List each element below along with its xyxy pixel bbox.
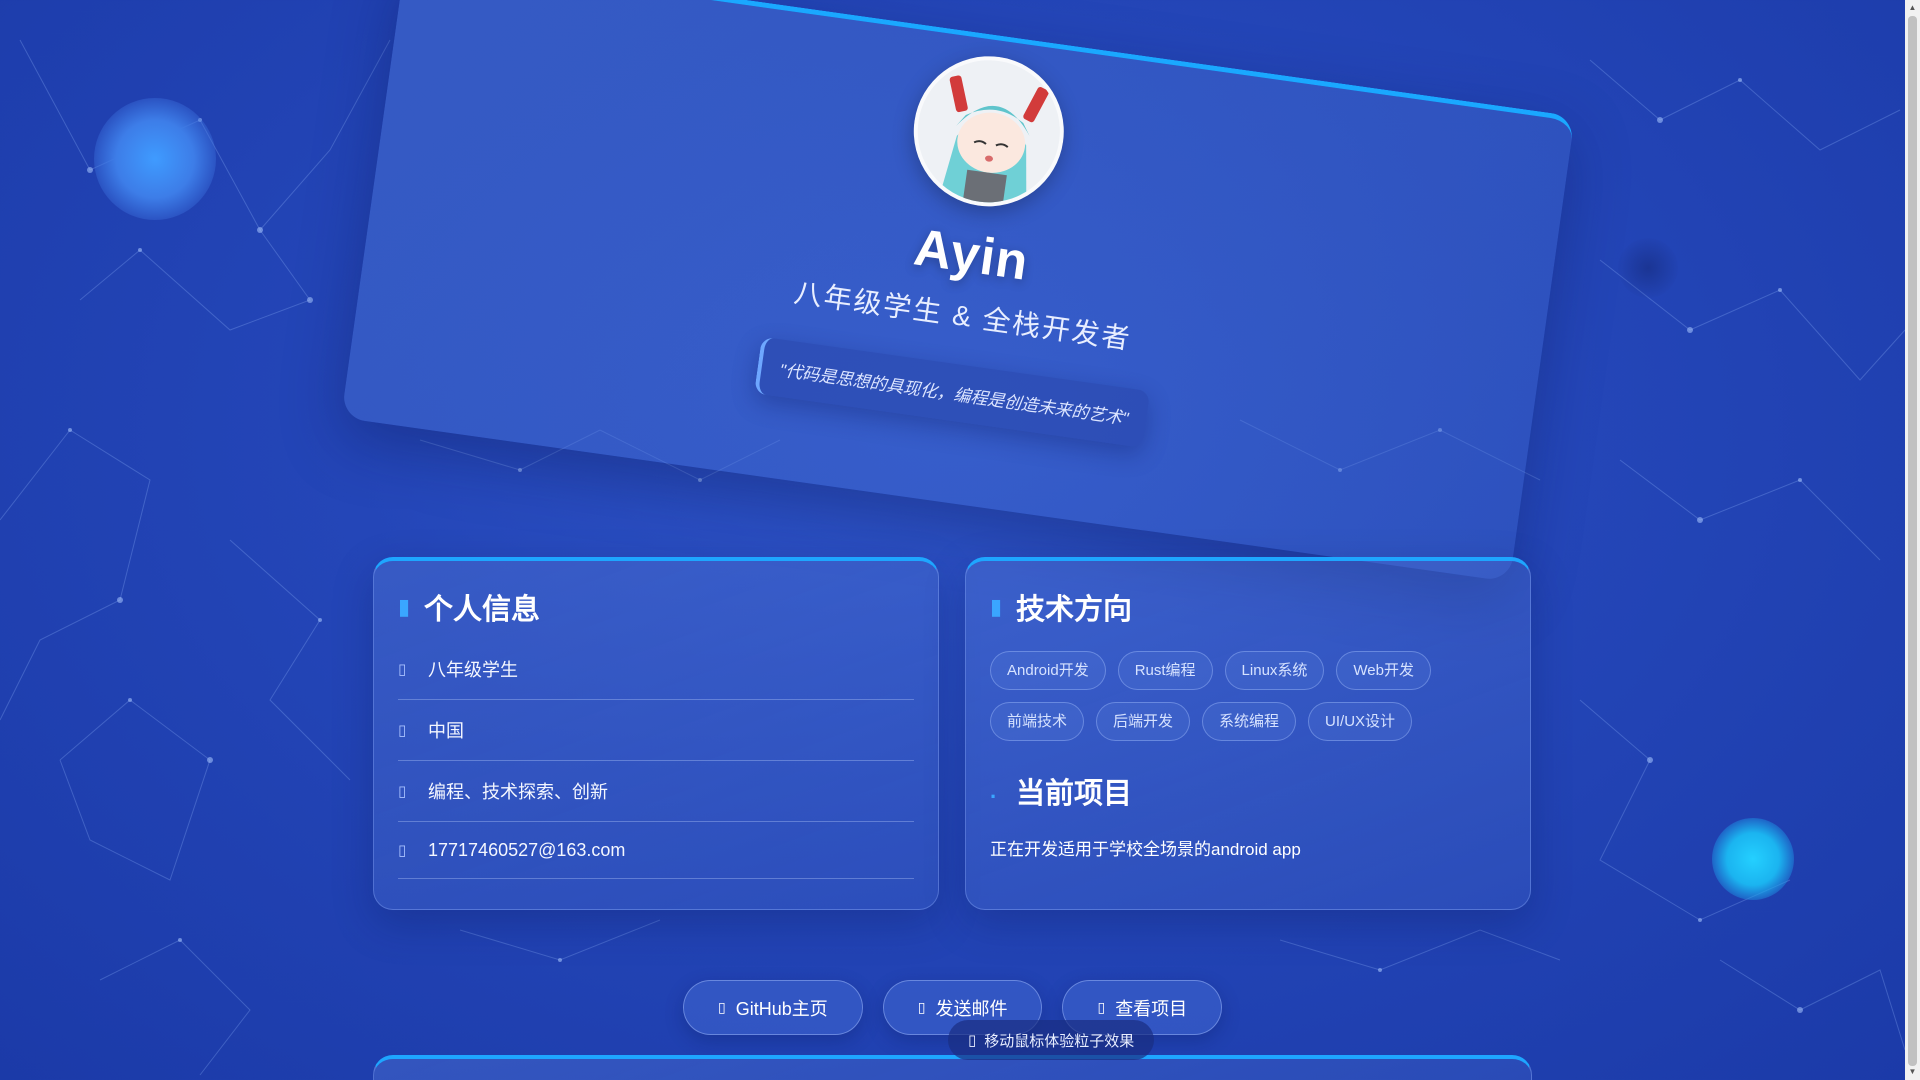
view-projects-button-label: 查看项目 — [1115, 998, 1188, 1019]
project-title-row: . 当前项目 — [990, 771, 1506, 811]
tech-tag[interactable]: Linux系统 — [1224, 651, 1325, 690]
glow-orb — [1712, 818, 1794, 900]
github-icon: ▯ — [718, 999, 726, 1015]
info-list: ▯ 八年级学生 ▯ 中国 ▯ 编程、技术探索、创新 ▯ 17717460527@… — [398, 639, 914, 879]
info-item-grade: ▯ 八年级学生 — [398, 639, 914, 700]
github-button[interactable]: ▯ GitHub主页 — [683, 980, 863, 1035]
envelope-icon: ▯ — [917, 999, 926, 1015]
page-scrollbar[interactable]: ▲ ▼ — [1905, 0, 1920, 1080]
hero-quote: "代码是思想的具现化，编程是创造未来的艺术" — [754, 336, 1151, 448]
info-item-interests: ▯ 编程、技术探索、创新 — [398, 761, 914, 822]
user-card-icon: ▮ — [398, 594, 411, 619]
panel-title: ▮ 个人信息 — [398, 587, 914, 627]
tech-tags: Android开发 Rust编程 Linux系统 Web开发 前端技术 后端开发… — [990, 651, 1510, 741]
project-title: 当前项目 — [1016, 778, 1133, 810]
heart-icon: ▯ — [398, 783, 407, 800]
code-icon: ▯ — [1097, 999, 1106, 1015]
code-icon: ▮ — [990, 594, 1003, 619]
hint-text: 移动鼠标体验粒子效果 — [984, 1032, 1135, 1050]
info-text: 编程、技术探索、创新 — [428, 782, 608, 802]
personal-info-title: 个人信息 — [424, 594, 541, 626]
hero-content: Ayin 八年级学生 & 全栈开发者 "代码是思想的具现化，编程是创造未来的艺术… — [634, 14, 1306, 516]
panel-title: ▮ 技术方向 — [990, 587, 1506, 627]
info-text[interactable]: 17717460527@163.com — [428, 840, 625, 861]
info-item-location: ▯ 中国 — [398, 700, 914, 761]
send-email-button-label: 发送邮件 — [935, 998, 1008, 1019]
rocket-icon: . — [990, 778, 997, 803]
avatar — [904, 46, 1074, 217]
user-icon: ▯ — [398, 661, 407, 678]
tech-tag[interactable]: 前端技术 — [990, 702, 1085, 741]
github-button-label: GitHub主页 — [735, 998, 828, 1019]
mouse-icon: ▯ — [968, 1032, 977, 1049]
info-text: 中国 — [428, 721, 464, 741]
mail-icon: ▯ — [398, 842, 407, 859]
scroll-down-icon[interactable]: ▼ — [1908, 1067, 1917, 1077]
next-section-panel — [373, 1055, 1532, 1080]
project-description: 正在开发适用于学校全场景的android app — [990, 840, 1301, 859]
info-text: 八年级学生 — [428, 660, 518, 680]
tech-tag[interactable]: Rust编程 — [1117, 651, 1213, 690]
avatar-image — [907, 51, 1074, 217]
tech-tag[interactable]: 后端开发 — [1096, 702, 1191, 741]
scrollbar-thumb[interactable] — [1908, 16, 1917, 1066]
particle-hint: ▯ 移动鼠标体验粒子效果 — [948, 1020, 1155, 1060]
info-item-email[interactable]: ▯ 17717460527@163.com — [398, 822, 914, 879]
tech-direction-panel: ▮ 技术方向 Android开发 Rust编程 Linux系统 Web开发 前端… — [965, 557, 1531, 910]
tech-tag[interactable]: UI/UX设计 — [1308, 702, 1413, 741]
tech-tag[interactable]: Web开发 — [1336, 651, 1431, 690]
glow-orb — [94, 98, 216, 220]
tech-tag[interactable]: Android开发 — [990, 651, 1106, 690]
location-icon: ▯ — [398, 722, 407, 739]
glow-orb — [1618, 238, 1678, 298]
personal-info-panel: ▮ 个人信息 ▯ 八年级学生 ▯ 中国 ▯ 编程、技术探索、创新 ▯ 17717… — [373, 557, 939, 910]
tech-title: 技术方向 — [1016, 594, 1133, 626]
scroll-up-icon[interactable]: ▲ — [1908, 3, 1917, 13]
tech-tag[interactable]: 系统编程 — [1202, 702, 1297, 741]
